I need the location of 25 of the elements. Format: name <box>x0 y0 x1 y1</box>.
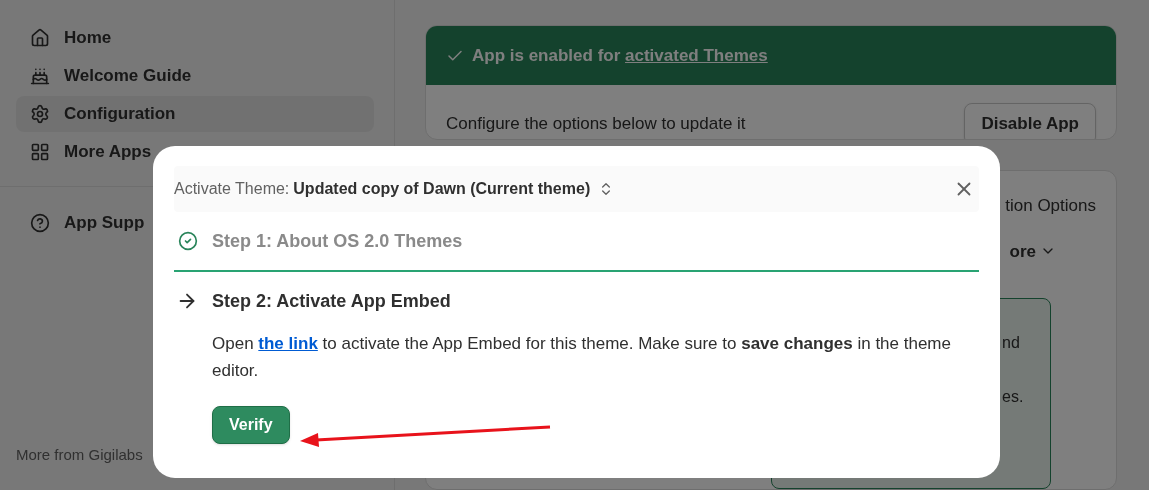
gear-icon <box>30 104 50 124</box>
option-text: nd <box>1002 333 1020 353</box>
grid-icon <box>30 142 50 162</box>
sidebar-item[interactable]: More Apps <box>16 134 166 170</box>
cake-icon <box>30 66 50 86</box>
footer-text: More from Gigilabs <box>15 444 144 465</box>
sidebar-item[interactable]: Configuration <box>16 96 374 132</box>
sidebar-item[interactable]: Home <box>16 20 126 56</box>
more-button[interactable]: ore <box>1005 238 1056 264</box>
disable-app-button[interactable]: Disable App <box>964 103 1096 139</box>
theme-link[interactable]: the link <box>258 334 318 353</box>
sidebar-item[interactable]: Welcome Guide <box>16 58 206 94</box>
help-icon <box>30 213 50 233</box>
options-title: tion Options <box>1005 195 1096 217</box>
sidebar-item[interactable]: App Supp <box>0 205 175 241</box>
home-icon <box>30 28 50 48</box>
step-title[interactable]: Step 2: Activate App Embed <box>212 287 451 315</box>
banner-text: App is enabled for activated Themes <box>472 44 768 67</box>
check-circle-icon <box>178 231 198 251</box>
step-title[interactable]: Step 1: About OS 2.0 Themes <box>212 227 463 255</box>
option-text: es. <box>1002 387 1024 407</box>
verify-button[interactable]: Verify <box>212 406 290 444</box>
instruction-text: Open the link to activate the App Embed for this theme. Make sure to save changes in the theme editor. <box>212 333 952 382</box>
config-text: Configure the options below to update it <box>446 113 746 136</box>
themes-link[interactable]: activated Themes <box>625 45 768 65</box>
